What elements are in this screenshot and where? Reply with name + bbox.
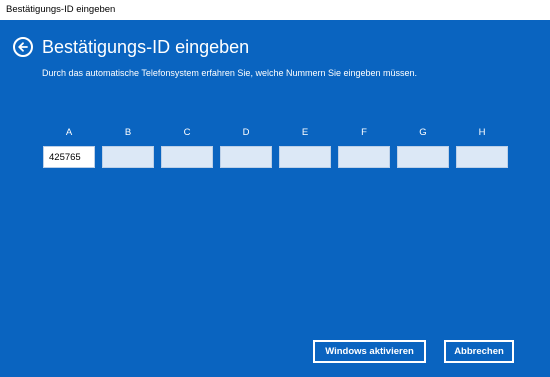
field-label-g: G <box>419 127 427 138</box>
back-arrow-icon <box>18 42 28 52</box>
window-title: Bestätigungs-ID eingeben <box>6 4 116 15</box>
field-label-c: C <box>183 127 191 138</box>
id-field-d[interactable] <box>220 146 272 168</box>
cancel-button[interactable]: Abbrechen <box>444 340 514 363</box>
field-label-b: B <box>124 127 132 138</box>
instruction-text: Durch das automatische Telefonsystem erf… <box>42 68 418 78</box>
id-field-a[interactable] <box>43 146 95 168</box>
field-label-d: D <box>242 127 250 138</box>
id-field-f[interactable] <box>338 146 390 168</box>
id-field-g[interactable] <box>397 146 449 168</box>
id-field-h[interactable] <box>456 146 508 168</box>
titlebar: Bestätigungs-ID eingeben <box>0 0 550 20</box>
page-title: Bestätigungs-ID eingeben <box>42 37 250 57</box>
activation-dialog: Bestätigungs-ID eingeben Bestätigungs-ID… <box>0 0 550 377</box>
field-label-h: H <box>478 127 486 138</box>
id-field-e[interactable] <box>279 146 331 168</box>
id-field-b[interactable] <box>102 146 154 168</box>
id-field-c[interactable] <box>161 146 213 168</box>
field-label-f: F <box>361 127 367 138</box>
field-label-a: A <box>65 127 73 138</box>
activate-windows-button[interactable]: Windows aktivieren <box>313 340 426 363</box>
back-button[interactable] <box>13 37 33 57</box>
main-content: Bestätigungs-ID eingeben Durch das autom… <box>0 20 550 377</box>
field-label-e: E <box>301 127 309 138</box>
